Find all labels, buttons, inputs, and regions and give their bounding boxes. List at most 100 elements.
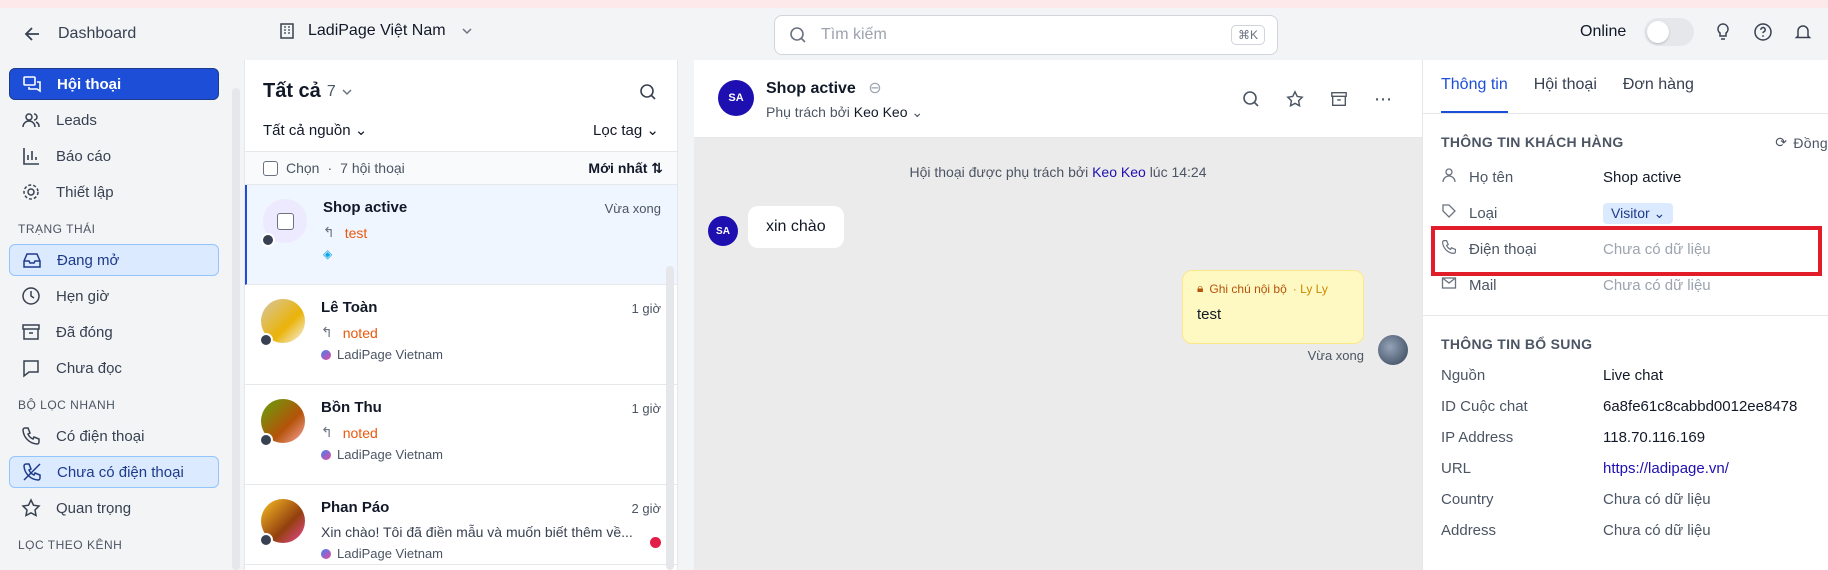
sync-label: Đồng [1793, 134, 1828, 151]
sidebar-item-settings[interactable]: Thiết lập [9, 176, 219, 208]
row-value: Chưa có dữ liệu [1603, 522, 1711, 539]
link-icon[interactable]: ⊖ [868, 80, 881, 97]
lightbulb-icon[interactable] [1712, 21, 1734, 43]
sidebar-item-has-phone[interactable]: Có điện thoại [9, 420, 219, 452]
preview-text: test [344, 224, 368, 241]
row-value[interactable]: Shop active [1603, 169, 1681, 186]
sidebar-item-open[interactable]: Đang mở [9, 244, 219, 276]
sidebar-item-important[interactable]: Quan trọng [9, 492, 219, 524]
sidebar-item-reports[interactable]: Báo cáo [9, 140, 219, 172]
chat-assignee[interactable]: Phụ trách bởi Keo Keo ⌄ [766, 104, 923, 121]
row-label: Country [1441, 491, 1494, 508]
chevron-down-icon: ⌄ [646, 122, 659, 139]
list-item[interactable]: Phan Páo 2 giờ Xin chào! Tôi đã điền mẫu… [245, 485, 677, 565]
info-tabs: Thông tin Hội thoại Đơn hàng [1423, 60, 1828, 114]
sidebar-item-unread[interactable]: Chưa đọc [9, 352, 219, 384]
top-strip [0, 0, 1828, 8]
workspace-selector[interactable]: LadiPage Việt Nam [276, 20, 478, 42]
note-label: Ghi chú nội bộ [1209, 281, 1287, 296]
back-to-dashboard[interactable]: Dashboard [22, 23, 136, 45]
search-input[interactable]: Tìm kiếm ⌘K [774, 15, 1278, 55]
sidebar-item-label: Hội thoại [57, 75, 122, 93]
sidebar-scrollbar[interactable] [232, 88, 240, 570]
channel-filter-heading: LỌC THEO KÊNH [18, 538, 123, 552]
chevron-down-icon[interactable] [336, 81, 358, 103]
system-message: Hội thoại được phụ trách bởi Keo Keo lúc… [694, 164, 1422, 180]
row-label-text: Họ tên [1469, 168, 1514, 186]
conversation-preview: Xin chào! Tôi đã điền mẫu và muốn biết t… [321, 524, 661, 540]
lock-icon: 🔒︎ [1197, 281, 1204, 295]
status-heading: TRẠNG THÁI [18, 222, 96, 236]
tag-filter[interactable]: Lọc tag ⌄ [593, 121, 659, 139]
star-icon [20, 497, 42, 519]
row-label: Loại [1441, 203, 1603, 223]
source-filter-label: Tất cả nguồn [263, 122, 351, 139]
row-label-text: Mail [1469, 276, 1497, 294]
select-all-checkbox[interactable] [263, 160, 278, 176]
tab-conversations[interactable]: Hội thoại [1534, 76, 1597, 113]
search-icon[interactable] [1240, 88, 1262, 110]
search-icon[interactable] [637, 81, 659, 103]
sidebar: Hội thoại Leads Báo cáo Thiết lập TRẠNG … [0, 60, 232, 570]
sidebar-item-no-phone[interactable]: Chưa có điện thoại [9, 456, 219, 488]
list-item[interactable]: Shop active Vừa xong ↰ test ◈ [245, 185, 677, 285]
note-header: 🔒︎ Ghi chú nội bộ · Ly Ly [1197, 281, 1349, 296]
star-icon[interactable] [1284, 88, 1306, 110]
channel-badge [259, 333, 273, 347]
sort-dropdown[interactable]: Mới nhất ⇅ [588, 160, 663, 177]
source-filter[interactable]: Tất cả nguồn ⌄ [263, 121, 367, 139]
customer-avatar: SA [708, 216, 738, 246]
tab-orders[interactable]: Đơn hàng [1623, 76, 1694, 113]
phone-off-icon [21, 461, 43, 483]
chevron-down-icon: ⌄ [911, 104, 924, 120]
list-filters: Tất cả nguồn ⌄ Lọc tag ⌄ [245, 103, 677, 139]
conversation-list: Tất cả 7 Tất cả nguồn ⌄ Lọc tag ⌄ Chọn ·… [244, 60, 678, 570]
preview-text: noted [342, 424, 378, 441]
workspace-name: LadiPage Việt Nam [308, 22, 446, 39]
list-item[interactable]: Lê Toàn 1 giờ ↰ noted LadiPage Vietnam [245, 285, 677, 385]
bell-icon[interactable] [1792, 21, 1814, 43]
tag-icon: ◈ [323, 247, 333, 261]
sidebar-item-label: Quan trọng [56, 499, 132, 517]
note-text: test [1197, 306, 1222, 323]
channel-badge [259, 533, 273, 547]
tab-info[interactable]: Thông tin [1441, 76, 1508, 113]
conversation-time: 1 giờ [631, 301, 662, 316]
assigned-prefix: Phụ trách bởi [766, 104, 850, 120]
info-panel: Thông tin Hội thoại Đơn hàng THÔNG TIN K… [1422, 60, 1828, 570]
sync-button[interactable]: ⟳ Đồng [1775, 134, 1828, 151]
list-item[interactable]: Bồn Thu 1 giờ ↰ noted LadiPage Vietnam [245, 385, 677, 485]
sidebar-item-leads[interactable]: Leads [9, 104, 219, 136]
bar-chart-icon [20, 145, 42, 167]
separator-dot: · [327, 160, 333, 176]
extra-heading-text: THÔNG TIN BỔ SUNG [1441, 336, 1593, 352]
url-link[interactable]: https://ladipage.vn/ [1603, 460, 1729, 477]
sidebar-item-label: Có điện thoại [56, 427, 145, 445]
row-label: Nguồn [1441, 367, 1486, 384]
more-icon[interactable]: ⋯ [1372, 88, 1394, 110]
refresh-icon: ⟳ [1775, 134, 1788, 150]
archive-icon[interactable] [1328, 88, 1350, 110]
sidebar-item-label: Leads [56, 111, 97, 129]
list-title[interactable]: Tất cả [263, 80, 321, 103]
info-row-chat-id: ID Cuộc chat 6a8fe61c8cabbd0012ee8478 [1423, 391, 1828, 422]
sidebar-item-conversations[interactable]: Hội thoại [9, 68, 219, 100]
chevron-down-icon: ⌄ [354, 122, 368, 139]
conversation-name: Bồn Thu [321, 399, 382, 416]
info-row-address: Address Chưa có dữ liệu [1423, 515, 1828, 546]
type-dropdown[interactable]: Visitor ⌄ [1603, 202, 1674, 224]
chat-icon [21, 73, 43, 95]
row-value: Live chat [1603, 367, 1664, 384]
row-label: Address [1441, 522, 1497, 539]
online-toggle[interactable] [1644, 18, 1695, 46]
sidebar-item-closed[interactable]: Đã đóng [9, 316, 219, 348]
row-checkbox[interactable] [276, 212, 294, 230]
preview-text: noted [342, 324, 378, 341]
mail-field[interactable]: Chưa có dữ liệu [1603, 277, 1711, 294]
list-scrollbar[interactable] [666, 266, 674, 570]
sidebar-item-scheduled[interactable]: Hẹn giờ [9, 280, 219, 312]
chat-avatar: SA [718, 80, 754, 116]
sidebar-item-label: Chưa có điện thoại [57, 463, 184, 481]
sort-icon: ⇅ [651, 159, 663, 176]
help-icon[interactable] [1752, 21, 1774, 43]
